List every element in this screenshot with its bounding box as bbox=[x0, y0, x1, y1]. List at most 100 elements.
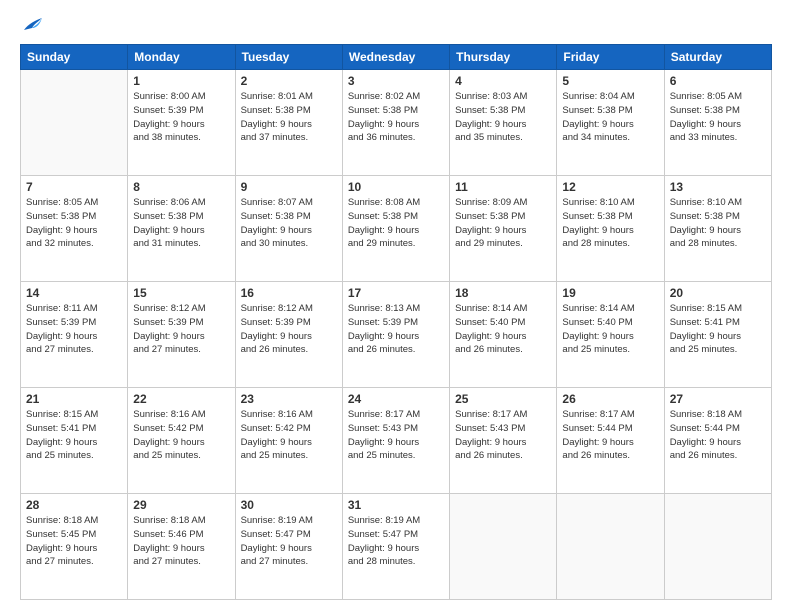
day-info: Sunrise: 8:05 AMSunset: 5:38 PMDaylight:… bbox=[670, 90, 766, 145]
day-cell: 17 Sunrise: 8:13 AMSunset: 5:39 PMDayligh… bbox=[342, 282, 449, 388]
day-number: 30 bbox=[241, 498, 337, 512]
day-cell: 8 Sunrise: 8:06 AMSunset: 5:38 PMDaylight… bbox=[128, 176, 235, 282]
day-info: Sunrise: 8:17 AMSunset: 5:43 PMDaylight:… bbox=[455, 408, 551, 463]
day-info: Sunrise: 8:12 AMSunset: 5:39 PMDaylight:… bbox=[133, 302, 229, 357]
day-info: Sunrise: 8:13 AMSunset: 5:39 PMDaylight:… bbox=[348, 302, 444, 357]
day-cell: 25 Sunrise: 8:17 AMSunset: 5:43 PMDayligh… bbox=[450, 388, 557, 494]
day-info: Sunrise: 8:14 AMSunset: 5:40 PMDaylight:… bbox=[455, 302, 551, 357]
page: SundayMondayTuesdayWednesdayThursdayFrid… bbox=[0, 0, 792, 612]
day-cell: 12 Sunrise: 8:10 AMSunset: 5:38 PMDayligh… bbox=[557, 176, 664, 282]
col-header-monday: Monday bbox=[128, 45, 235, 70]
day-cell: 29 Sunrise: 8:18 AMSunset: 5:46 PMDayligh… bbox=[128, 494, 235, 600]
day-info: Sunrise: 8:12 AMSunset: 5:39 PMDaylight:… bbox=[241, 302, 337, 357]
day-cell: 18 Sunrise: 8:14 AMSunset: 5:40 PMDayligh… bbox=[450, 282, 557, 388]
day-cell bbox=[21, 70, 128, 176]
day-cell: 6 Sunrise: 8:05 AMSunset: 5:38 PMDaylight… bbox=[664, 70, 771, 176]
day-cell: 2 Sunrise: 8:01 AMSunset: 5:38 PMDaylight… bbox=[235, 70, 342, 176]
day-info: Sunrise: 8:03 AMSunset: 5:38 PMDaylight:… bbox=[455, 90, 551, 145]
day-info: Sunrise: 8:18 AMSunset: 5:45 PMDaylight:… bbox=[26, 514, 122, 569]
day-info: Sunrise: 8:05 AMSunset: 5:38 PMDaylight:… bbox=[26, 196, 122, 251]
day-cell: 21Sunrise: 8:15 AMSunset: 5:41 PMDayligh… bbox=[21, 388, 128, 494]
day-number: 19 bbox=[562, 286, 658, 300]
day-cell: 16 Sunrise: 8:12 AMSunset: 5:39 PMDayligh… bbox=[235, 282, 342, 388]
day-info: Sunrise: 8:18 AMSunset: 5:46 PMDaylight:… bbox=[133, 514, 229, 569]
day-cell bbox=[557, 494, 664, 600]
day-cell: 5 Sunrise: 8:04 AMSunset: 5:38 PMDaylight… bbox=[557, 70, 664, 176]
day-cell: 19 Sunrise: 8:14 AMSunset: 5:40 PMDayligh… bbox=[557, 282, 664, 388]
day-number: 9 bbox=[241, 180, 337, 194]
day-number: 1 bbox=[133, 74, 229, 88]
day-number: 10 bbox=[348, 180, 444, 194]
day-number: 6 bbox=[670, 74, 766, 88]
day-number: 25 bbox=[455, 392, 551, 406]
day-cell bbox=[450, 494, 557, 600]
day-cell: 24 Sunrise: 8:17 AMSunset: 5:43 PMDayligh… bbox=[342, 388, 449, 494]
day-info: Sunrise: 8:19 AMSunset: 5:47 PMDaylight:… bbox=[348, 514, 444, 569]
day-number: 22 bbox=[133, 392, 229, 406]
day-number: 5 bbox=[562, 74, 658, 88]
day-cell: 9 Sunrise: 8:07 AMSunset: 5:38 PMDaylight… bbox=[235, 176, 342, 282]
day-cell: 7 Sunrise: 8:05 AMSunset: 5:38 PMDaylight… bbox=[21, 176, 128, 282]
day-number: 29 bbox=[133, 498, 229, 512]
day-number: 27 bbox=[670, 392, 766, 406]
day-number: 7 bbox=[26, 180, 122, 194]
day-info: Sunrise: 8:08 AMSunset: 5:38 PMDaylight:… bbox=[348, 196, 444, 251]
day-info: Sunrise: 8:15 AMSunset: 5:41 PMDaylight:… bbox=[26, 408, 122, 463]
day-number: 31 bbox=[348, 498, 444, 512]
day-number: 17 bbox=[348, 286, 444, 300]
day-cell: 14Sunrise: 8:11 AMSunset: 5:39 PMDayligh… bbox=[21, 282, 128, 388]
day-info: Sunrise: 8:09 AMSunset: 5:38 PMDaylight:… bbox=[455, 196, 551, 251]
day-info: Sunrise: 8:01 AMSunset: 5:38 PMDaylight:… bbox=[241, 90, 337, 145]
logo-text bbox=[20, 16, 44, 34]
day-info: Sunrise: 8:06 AMSunset: 5:38 PMDaylight:… bbox=[133, 196, 229, 251]
day-cell: 3 Sunrise: 8:02 AMSunset: 5:38 PMDaylight… bbox=[342, 70, 449, 176]
day-number: 18 bbox=[455, 286, 551, 300]
day-info: Sunrise: 8:16 AMSunset: 5:42 PMDaylight:… bbox=[241, 408, 337, 463]
col-header-saturday: Saturday bbox=[664, 45, 771, 70]
day-number: 24 bbox=[348, 392, 444, 406]
day-info: Sunrise: 8:02 AMSunset: 5:38 PMDaylight:… bbox=[348, 90, 444, 145]
day-number: 15 bbox=[133, 286, 229, 300]
week-row-0: 1Sunrise: 8:00 AMSunset: 5:39 PMDaylight… bbox=[21, 70, 772, 176]
week-row-1: 7 Sunrise: 8:05 AMSunset: 5:38 PMDaylight… bbox=[21, 176, 772, 282]
day-info: Sunrise: 8:10 AMSunset: 5:38 PMDaylight:… bbox=[670, 196, 766, 251]
day-info: Sunrise: 8:18 AMSunset: 5:44 PMDaylight:… bbox=[670, 408, 766, 463]
day-info: Sunrise: 8:17 AMSunset: 5:44 PMDaylight:… bbox=[562, 408, 658, 463]
header bbox=[20, 16, 772, 34]
logo bbox=[20, 16, 44, 34]
day-cell: 10 Sunrise: 8:08 AMSunset: 5:38 PMDayligh… bbox=[342, 176, 449, 282]
calendar-table: SundayMondayTuesdayWednesdayThursdayFrid… bbox=[20, 44, 772, 600]
col-header-sunday: Sunday bbox=[21, 45, 128, 70]
logo-bird-icon bbox=[22, 16, 44, 34]
day-cell: 30Sunrise: 8:19 AMSunset: 5:47 PMDayligh… bbox=[235, 494, 342, 600]
day-cell: 31 Sunrise: 8:19 AMSunset: 5:47 PMDayligh… bbox=[342, 494, 449, 600]
day-cell: 15 Sunrise: 8:12 AMSunset: 5:39 PMDayligh… bbox=[128, 282, 235, 388]
day-cell: 4 Sunrise: 8:03 AMSunset: 5:38 PMDaylight… bbox=[450, 70, 557, 176]
day-info: Sunrise: 8:16 AMSunset: 5:42 PMDaylight:… bbox=[133, 408, 229, 463]
week-row-4: 28Sunrise: 8:18 AMSunset: 5:45 PMDayligh… bbox=[21, 494, 772, 600]
day-info: Sunrise: 8:17 AMSunset: 5:43 PMDaylight:… bbox=[348, 408, 444, 463]
day-info: Sunrise: 8:15 AMSunset: 5:41 PMDaylight:… bbox=[670, 302, 766, 357]
week-row-3: 21Sunrise: 8:15 AMSunset: 5:41 PMDayligh… bbox=[21, 388, 772, 494]
day-number: 8 bbox=[133, 180, 229, 194]
day-cell: 27 Sunrise: 8:18 AMSunset: 5:44 PMDayligh… bbox=[664, 388, 771, 494]
col-header-tuesday: Tuesday bbox=[235, 45, 342, 70]
day-info: Sunrise: 8:10 AMSunset: 5:38 PMDaylight:… bbox=[562, 196, 658, 251]
day-cell: 23 Sunrise: 8:16 AMSunset: 5:42 PMDayligh… bbox=[235, 388, 342, 494]
day-info: Sunrise: 8:04 AMSunset: 5:38 PMDaylight:… bbox=[562, 90, 658, 145]
day-number: 26 bbox=[562, 392, 658, 406]
day-cell bbox=[664, 494, 771, 600]
day-cell: 1Sunrise: 8:00 AMSunset: 5:39 PMDaylight… bbox=[128, 70, 235, 176]
day-info: Sunrise: 8:14 AMSunset: 5:40 PMDaylight:… bbox=[562, 302, 658, 357]
day-cell: 11Sunrise: 8:09 AMSunset: 5:38 PMDayligh… bbox=[450, 176, 557, 282]
day-number: 2 bbox=[241, 74, 337, 88]
day-number: 23 bbox=[241, 392, 337, 406]
day-number: 16 bbox=[241, 286, 337, 300]
day-number: 12 bbox=[562, 180, 658, 194]
day-number: 4 bbox=[455, 74, 551, 88]
day-cell: 26 Sunrise: 8:17 AMSunset: 5:44 PMDayligh… bbox=[557, 388, 664, 494]
day-cell: 22 Sunrise: 8:16 AMSunset: 5:42 PMDayligh… bbox=[128, 388, 235, 494]
day-info: Sunrise: 8:07 AMSunset: 5:38 PMDaylight:… bbox=[241, 196, 337, 251]
header-row: SundayMondayTuesdayWednesdayThursdayFrid… bbox=[21, 45, 772, 70]
day-number: 3 bbox=[348, 74, 444, 88]
